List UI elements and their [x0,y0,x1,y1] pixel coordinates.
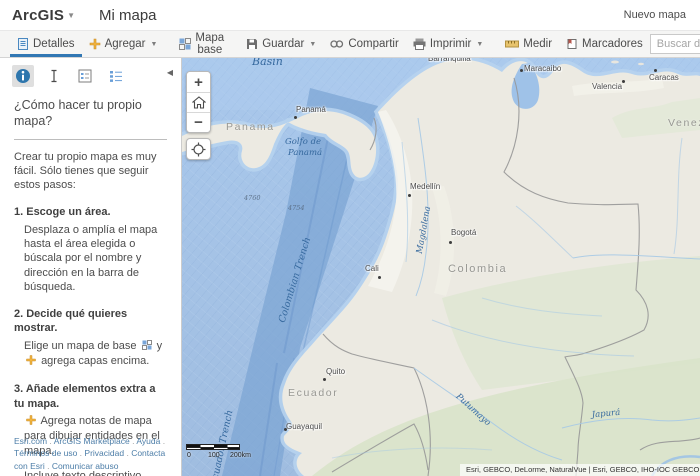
panel-divider [14,139,167,140]
scale-bar: 0 100 200km [186,444,256,460]
arcgis-logo[interactable]: ArcGIS [12,7,64,24]
ruler-icon [505,39,519,49]
share-button[interactable]: Compartir [323,31,405,57]
footer-link[interactable]: Privacidad [84,448,124,458]
about-tab[interactable] [12,65,34,87]
save-icon [246,38,258,50]
bookmarks-label: Marcadores [582,38,643,50]
locate-icon [191,142,206,157]
step2-text-mid: y [157,340,163,352]
chevron-down-icon: ▼ [150,41,157,48]
zoom-in-button[interactable]: + [187,72,210,92]
footer-link[interactable]: Comunicar abuso [52,461,119,471]
content-tab[interactable] [74,65,96,87]
bookmark-icon [566,38,578,50]
printer-icon [413,38,426,50]
step2-text-post: agrega capas encima. [41,355,149,367]
basemap-label: Mapa base [195,32,224,56]
step2-heading: 2. Decide qué quieres mostrar. [14,307,167,336]
zoom-control-group: + − [186,71,211,133]
search-input[interactable] [650,34,700,54]
map-canvas[interactable]: BasinBarranquillaMaracaiboValenciaCaraca… [182,58,700,476]
add-icon [89,38,101,50]
legend-icon [109,70,123,83]
basemap-graphics [182,58,700,476]
app-header: ArcGIS ▼ Mi mapa Nuevo mapa [0,0,700,30]
new-map-link[interactable]: Nuevo mapa [624,9,686,21]
add-button[interactable]: Agregar ▼ [82,31,165,57]
toolbar: Detalles Agregar ▼ Mapa base Guardar ▼ C… [0,30,700,58]
legend-tab[interactable] [105,65,127,87]
print-label: Imprimir [430,38,472,50]
map-attribution: Esri, GEBCO, DeLorme, NaturalVue | Esri,… [460,464,700,476]
footer-separator: . [47,436,54,446]
print-button[interactable]: Imprimir ▼ [406,31,490,57]
content-icon [78,69,92,83]
panel-intro: Crear tu propio mapa es muy fácil. Sólo … [14,150,167,193]
step1-body: Desplaza o amplía el mapa hasta el área … [24,223,167,294]
add-label: Agregar [105,38,146,50]
footer-link[interactable]: Ayuda [136,436,160,446]
add-mini-icon [26,355,36,369]
step1-heading: 1. Escoge un área. [14,205,167,219]
footer-link[interactable]: Esri.com [14,436,47,446]
zoom-out-button[interactable]: − [187,112,210,132]
save-label: Guardar [262,38,304,50]
basemap-icon [179,38,191,50]
text-cursor-icon [49,69,59,83]
home-button[interactable] [187,92,210,112]
share-label: Compartir [348,38,398,50]
add-mini-icon [26,415,36,429]
details-icon [17,38,29,50]
locate-button[interactable] [186,138,211,160]
scale-tick: 200km [230,452,251,459]
basemap-button[interactable]: Mapa base [172,31,231,57]
sidebar-footer-links: Esri.com . ArcGIS Marketplace . Ayuda . … [14,435,173,472]
home-icon [192,96,206,109]
measure-label: Medir [523,38,552,50]
details-panel: ◀ ¿Cómo hacer tu propio mapa? Crear tu p… [0,58,182,476]
footer-link[interactable]: ArcGIS Marketplace [54,436,130,446]
link-icon [330,39,344,49]
scale-bar-segments [186,447,240,450]
page-title: Mi mapa [99,7,157,24]
collapse-panel-arrow[interactable]: ◀ [167,68,173,78]
save-button[interactable]: Guardar ▼ [239,31,323,57]
panel-icon-row: ◀ [0,58,181,91]
details-label: Detalles [33,38,75,50]
info-icon [15,68,31,84]
footer-link[interactable]: Términos de uso [14,448,77,458]
chevron-down-icon: ▼ [309,41,316,48]
step2-body: Elige un mapa de base y agrega capas enc… [24,339,167,370]
chevron-down-icon: ▼ [476,41,483,48]
measure-button[interactable]: Medir [498,31,559,57]
scale-tick: 100 [208,452,220,459]
footer-separator: . [160,436,165,446]
basemap-mini-icon [142,340,152,354]
step2-text-pre: Elige un mapa de base [24,340,137,352]
footer-separator: . [45,461,52,471]
scale-tick: 0 [187,452,191,459]
bookmarks-button[interactable]: Marcadores [559,31,650,57]
chevron-down-icon[interactable]: ▼ [67,11,75,20]
panel-title: ¿Cómo hacer tu propio mapa? [14,97,167,130]
text-tab[interactable] [43,65,65,87]
details-button[interactable]: Detalles [10,31,82,57]
step3-heading: 3. Añade elementos extra a tu mapa. [14,382,167,411]
arcgis-map-viewer: ArcGIS ▼ Mi mapa Nuevo mapa Detalles Agr… [0,0,700,476]
